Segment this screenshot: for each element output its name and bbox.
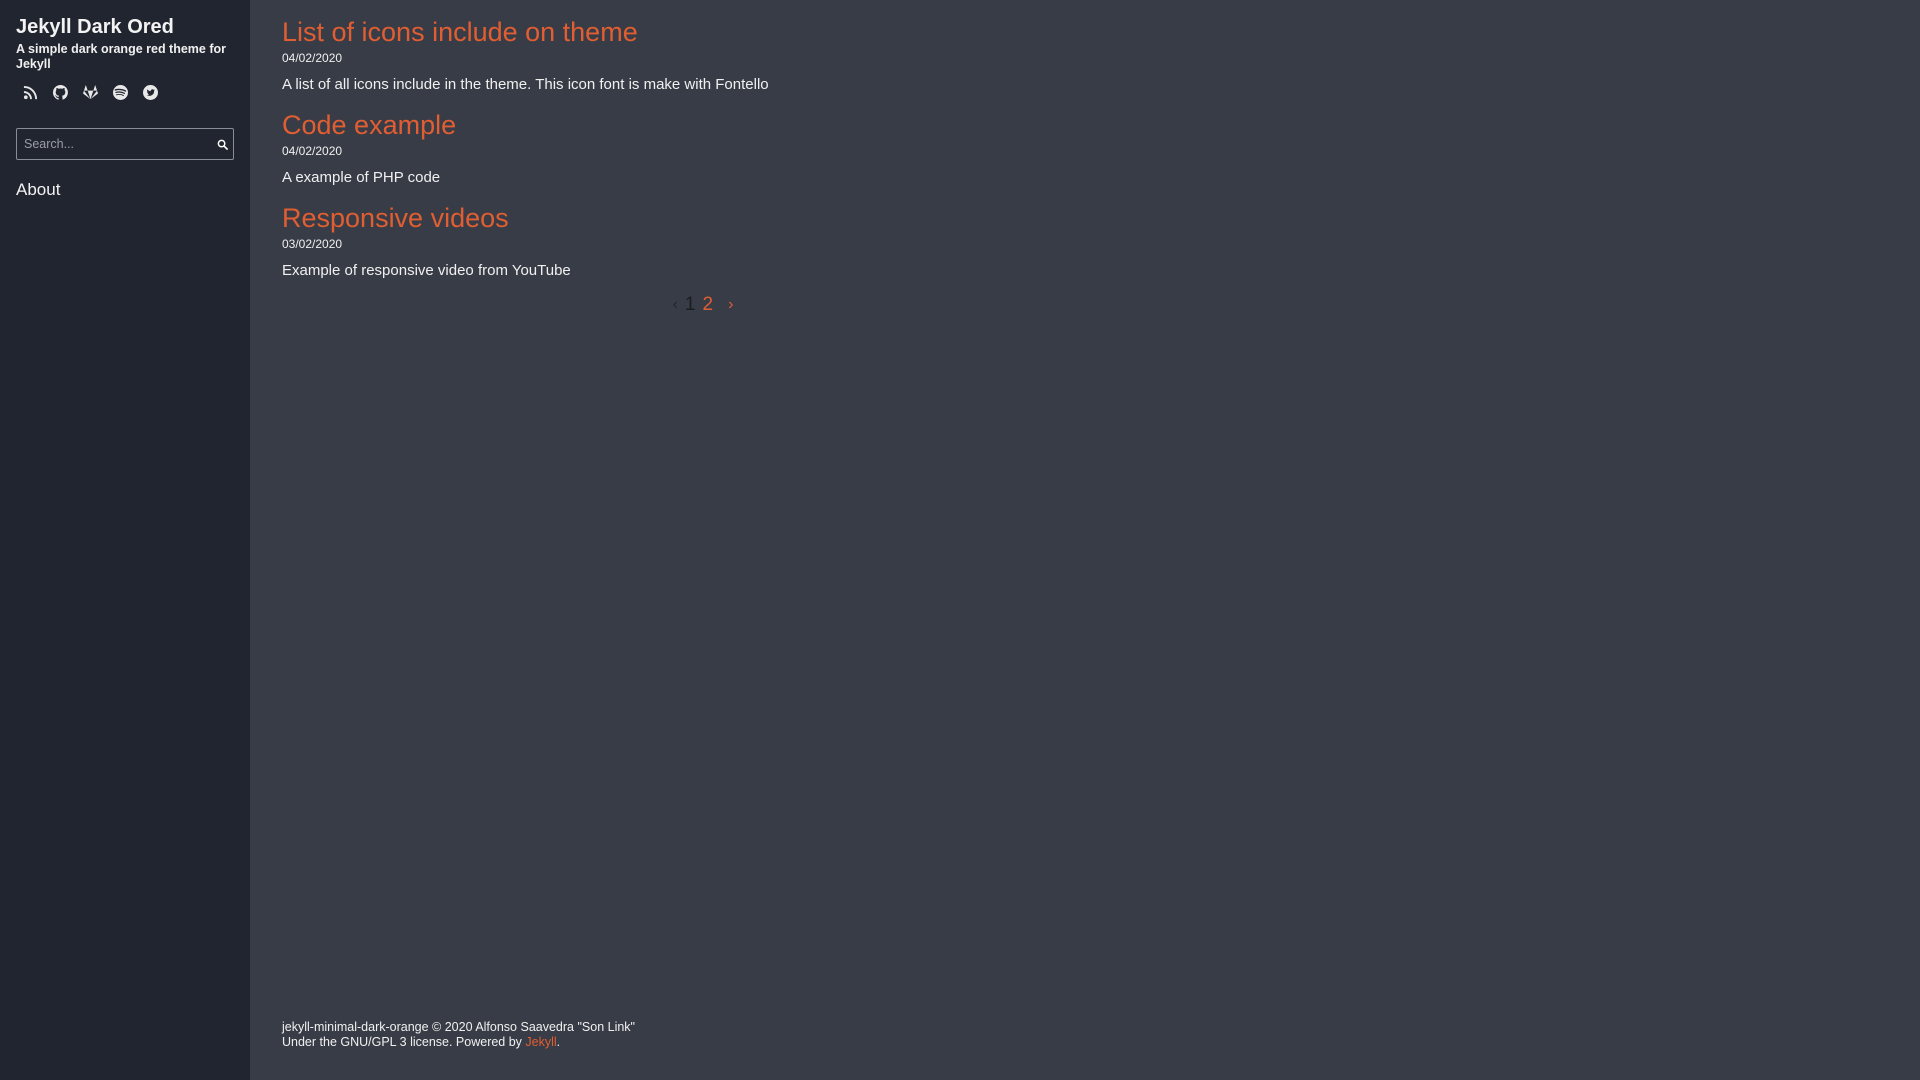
post-date: 04/02/2020	[282, 51, 343, 65]
post-title-link[interactable]: List of icons include on theme	[282, 15, 638, 49]
main-content: List of icons include on theme 04/02/202…	[250, 0, 1920, 1080]
pagination-page-2-link[interactable]: 2	[703, 294, 714, 316]
post-date: 03/02/2020	[282, 237, 343, 251]
post-excerpt: A list of all icons include in the theme…	[282, 76, 769, 93]
search-input[interactable]	[17, 130, 211, 158]
footer-jekyll-link[interactable]: Jekyll	[525, 1035, 556, 1049]
spotify-icon[interactable]	[110, 82, 130, 102]
post-excerpt: A example of PHP code	[282, 169, 441, 186]
post-list: List of icons include on theme 04/02/202…	[282, 15, 1124, 316]
footer-license: Under the GNU/GPL 3 license. Powered by …	[282, 1035, 635, 1050]
nav-about-link[interactable]: About	[16, 180, 234, 200]
github-icon[interactable]	[50, 82, 70, 102]
sidebar: Jekyll Dark Ored A simple dark orange re…	[0, 0, 250, 1080]
pagination-next-button[interactable]: ›	[728, 296, 733, 314]
site-description: A simple dark orange red theme for Jekyl…	[16, 42, 227, 71]
post-date: 04/02/2020	[282, 144, 343, 158]
twitter-icon[interactable]	[140, 82, 160, 102]
post-item: Responsive videos 03/02/2020 Example of …	[282, 201, 1124, 280]
post-title-link[interactable]: Code example	[282, 108, 456, 142]
footer: jekyll-minimal-dark-orange © 2020 Alfons…	[282, 1020, 635, 1050]
gitlab-icon[interactable]	[80, 82, 100, 102]
footer-copyright: jekyll-minimal-dark-orange © 2020 Alfons…	[282, 1020, 635, 1034]
footer-period: .	[556, 1035, 561, 1049]
footer-license-text: Under the GNU/GPL 3 license. Powered by	[282, 1035, 526, 1049]
rss-icon[interactable]	[20, 82, 40, 102]
social-links	[16, 82, 234, 102]
pagination-current-page: 1	[684, 294, 696, 315]
search-box	[16, 128, 234, 160]
post-item: List of icons include on theme 04/02/202…	[282, 15, 1124, 94]
site-title[interactable]: Jekyll Dark Ored	[16, 14, 234, 40]
post-excerpt: Example of responsive video from YouTube	[282, 262, 571, 279]
pagination-prev-button: ‹	[672, 296, 678, 313]
pagination: ‹ 1 2 ›	[282, 294, 1124, 316]
post-item: Code example 04/02/2020 A example of PHP…	[282, 108, 1124, 187]
post-title-link[interactable]: Responsive videos	[282, 201, 509, 235]
search-icon[interactable]	[211, 130, 233, 158]
